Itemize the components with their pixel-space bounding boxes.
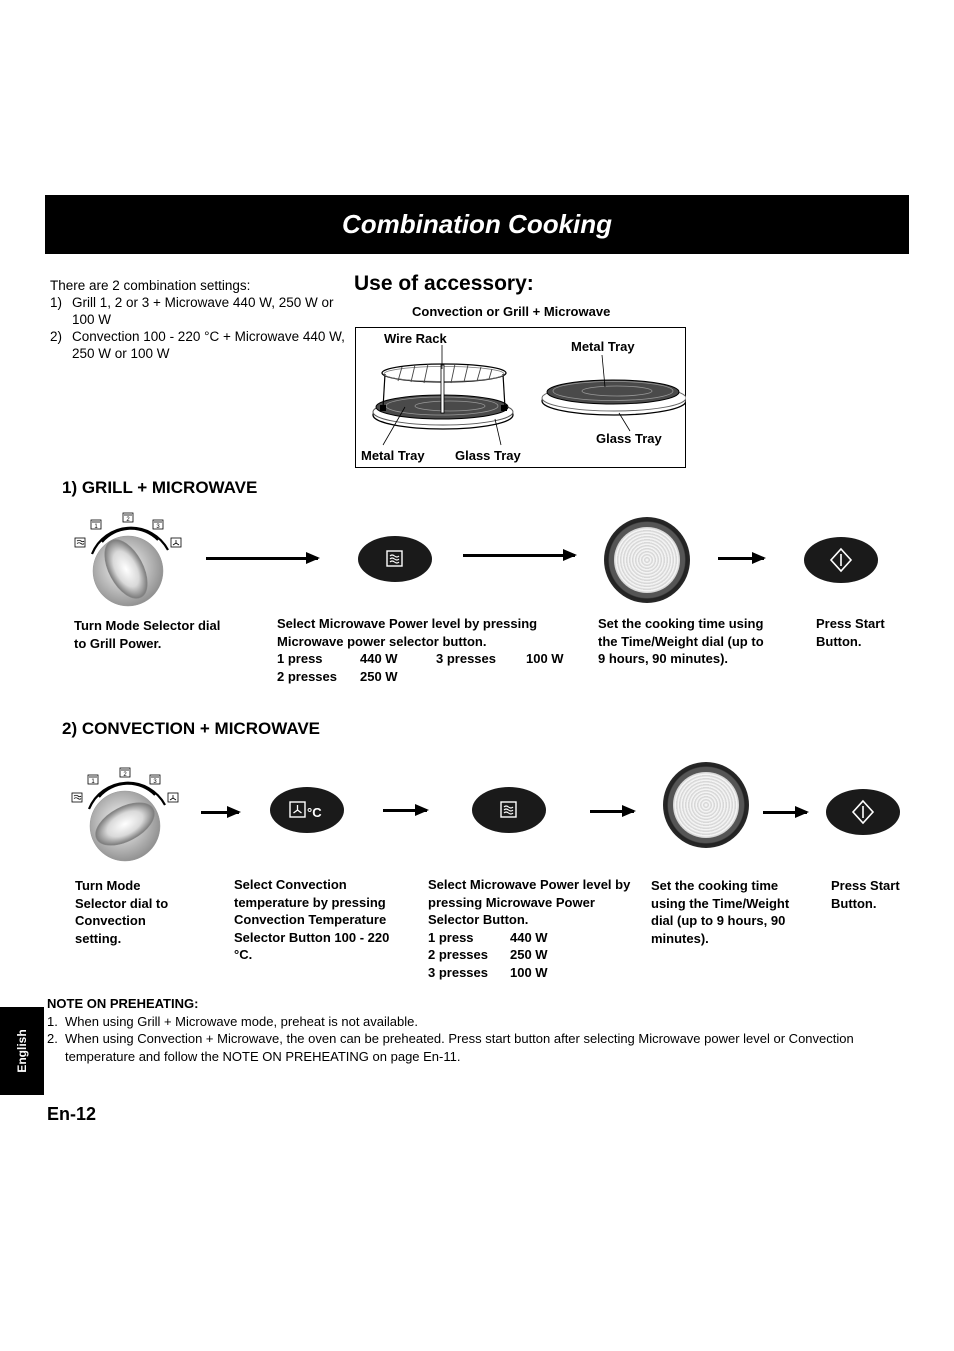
intro-item-text: Convection 100 - 220 °C + Microwave 440 … <box>72 329 345 361</box>
language-label: English <box>15 1029 29 1073</box>
language-tab: English <box>0 1007 44 1095</box>
press-count: 3 presses <box>428 964 488 980</box>
press-count: 2 presses <box>277 668 337 684</box>
time-weight-dial[interactable] <box>604 517 690 603</box>
arrow-icon <box>383 804 429 816</box>
step-description: Select Microwave Power level by pressing… <box>277 616 538 649</box>
power-value: 440 W <box>510 929 548 945</box>
start-button[interactable] <box>804 537 878 583</box>
note-item-text: When using Grill + Microwave mode, prehe… <box>65 1013 418 1029</box>
note-item-text: When using Convection + Microwave, the o… <box>65 1031 854 1064</box>
power-table-row: 2 presses 250 W <box>277 668 577 686</box>
page-number: En-12 <box>47 1104 97 1124</box>
note-item: 2. When using Convection + Microwave, the… <box>47 1030 917 1065</box>
title-banner: Combination Cooking <box>45 195 909 254</box>
start-button[interactable] <box>826 789 900 835</box>
note-item: 1. When using Grill + Microwave mode, pre… <box>47 1013 917 1031</box>
glass-tray-label: Glass Tray <box>596 431 662 446</box>
section-heading-convection-microwave: 2) CONVECTION + MICROWAVE <box>62 719 321 738</box>
power-table-row: 2 presses 250 W <box>428 946 633 964</box>
mode-dial-illustration: 1 2 3 <box>71 767 179 862</box>
arrow-icon <box>718 552 766 564</box>
power-value: 440 W <box>360 651 398 666</box>
power-value: 100 W <box>510 964 548 980</box>
power-value: 250 W <box>510 947 548 962</box>
press-count: 1 press <box>277 651 323 666</box>
metal-tray-label: Metal Tray <box>361 448 425 463</box>
dial-face <box>673 772 739 838</box>
power-value: 100 W <box>526 651 564 666</box>
microwave-power-button[interactable] <box>358 536 432 582</box>
start-icon <box>829 547 853 573</box>
power-table-row: 3 presses 100 W <box>428 964 633 982</box>
wire-rack-label: Wire Rack <box>384 331 447 346</box>
step-text: Select Microwave Power level by pressing… <box>428 876 633 981</box>
intro-item-number: 1) <box>50 295 63 310</box>
celsius-unit: °C <box>307 805 322 820</box>
press-count: 3 presses <box>436 651 496 666</box>
microwave-mode-icon <box>74 537 86 548</box>
start-icon <box>851 799 875 825</box>
step-text: Turn Mode Selector dial to Convection se… <box>75 878 169 946</box>
arrow-icon <box>201 806 241 818</box>
glass-tray-label: Glass Tray <box>455 448 521 463</box>
page-title: Combination Cooking <box>341 209 613 239</box>
arrow-icon <box>590 805 636 817</box>
intro-item-text: Grill 1, 2 or 3 + Microwave 440 W, 250 W… <box>72 295 334 327</box>
power-table-row: 1 press 440 W <box>428 929 633 947</box>
note-item-number: 2. <box>47 1031 58 1046</box>
time-weight-dial[interactable] <box>663 762 749 848</box>
intro-item-number: 2) <box>50 329 63 344</box>
mode-dial-illustration: 1 2 3 <box>74 512 182 607</box>
note-item-number: 1. <box>47 1013 58 1029</box>
press-count: 2 presses <box>428 947 488 962</box>
press-count: 1 press <box>428 929 474 945</box>
step-text: Set the cooking time using the Time/Weig… <box>598 616 764 666</box>
step-text: Press Start Button. <box>831 878 900 911</box>
mode-selector-dial[interactable]: 1 2 3 <box>70 508 190 610</box>
microwave-power-button[interactable] <box>472 787 546 833</box>
intro-text: There are 2 combination settings: 1) Gri… <box>50 277 350 362</box>
power-value: 250 W <box>360 668 398 684</box>
step-text: Press Start Button. <box>816 616 885 649</box>
step-text: Set the cooking time using the Time/Weig… <box>651 878 790 946</box>
preheating-note: NOTE ON PREHEATING: 1. When using Grill +… <box>47 995 917 1065</box>
convection-mode-icon <box>170 537 182 548</box>
convection-mode-icon <box>167 792 179 803</box>
dial-face <box>614 527 680 593</box>
arrow-icon <box>763 806 809 818</box>
section-heading-grill-microwave: 1) GRILL + MICROWAVE <box>62 478 258 497</box>
accessory-subtitle: Convection or Grill + Microwave <box>412 304 611 319</box>
mode-selector-dial[interactable]: 1 2 3 <box>67 763 187 865</box>
convection-icon: °C <box>289 801 322 820</box>
step-text: Select Microwave Power level by pressing… <box>277 615 577 685</box>
intro-item: 1) Grill 1, 2 or 3 + Microwave 440 W, 25… <box>50 294 350 328</box>
arrow-icon <box>206 552 320 564</box>
intro-item: 2) Convection 100 - 220 °C + Microwave 4… <box>50 328 350 362</box>
step-text: Turn Mode Selector dial to Grill Power. <box>74 618 221 651</box>
step-description: Select Microwave Power level by pressing… <box>428 877 631 927</box>
accessory-title: Use of accessory: <box>354 272 534 295</box>
convection-temperature-button[interactable]: °C <box>270 787 344 833</box>
microwave-icon <box>386 550 403 567</box>
step-text: Select Convection temperature by pressin… <box>234 877 390 962</box>
arrow-icon <box>463 549 577 561</box>
accessory-diagram: Wire Rack Metal Tray Glass Tray Metal Tr… <box>355 327 686 468</box>
note-heading: NOTE ON PREHEATING: <box>47 996 199 1011</box>
intro-lead: There are 2 combination settings: <box>50 278 251 293</box>
metal-tray-label: Metal Tray <box>571 339 635 354</box>
power-table-row: 1 press 440 W 3 presses 100 W <box>277 650 577 668</box>
microwave-icon <box>500 801 517 818</box>
microwave-mode-icon <box>71 792 83 803</box>
accessory-illustration <box>371 344 686 445</box>
